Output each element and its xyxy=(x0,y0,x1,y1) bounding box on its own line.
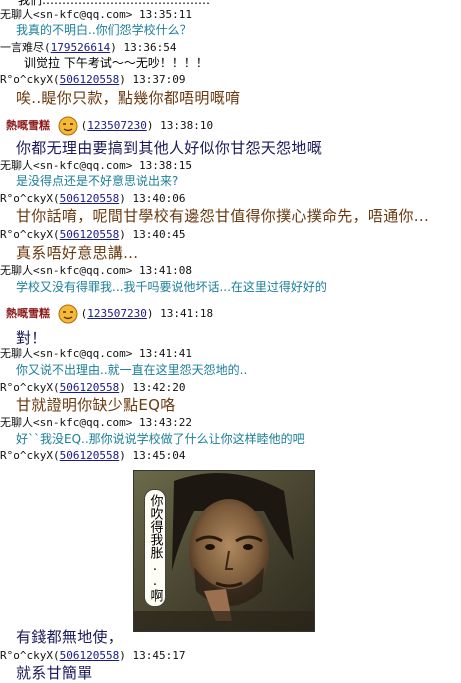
image-caption: 你吹得我胀..啊 xyxy=(147,494,163,602)
message-time: 13:45:04 xyxy=(132,449,186,462)
message-time: 13:45:17 xyxy=(132,649,186,662)
message-time: 13:38:15 xyxy=(138,159,192,172)
message-text: 甘你話唷，呢間甘學校有邊怨甘值得你撲心撲命先，唔通你... xyxy=(16,207,430,225)
message-header: 无聊人<sn-kfc@qq.com> 13:35:11 xyxy=(0,8,192,22)
sender-name: 熱嘅雪糕 xyxy=(6,119,50,132)
message-header: 熱嘅雪糕 (123507230) 13:41:18 xyxy=(6,304,213,324)
sender-name: R°o^ckyX xyxy=(0,649,53,662)
speech-bubble: 你吹得我胀..啊 xyxy=(144,489,166,607)
message-time: 13:40:45 xyxy=(132,228,186,241)
sender-name: 无聊人<sn-kfc@qq.com> xyxy=(0,264,133,277)
message-time: 13:36:54 xyxy=(123,41,177,54)
message-time: 13:41:41 xyxy=(138,347,192,360)
message-text: 就系甘簡單 xyxy=(16,664,93,682)
message-time: 13:43:22 xyxy=(138,416,192,429)
qq-number-link[interactable]: 506120558 xyxy=(60,73,120,86)
message-text: 對！ xyxy=(16,329,47,347)
smiley-face-icon xyxy=(57,304,79,324)
message-header: R°o^ckyX(506120558) 13:45:04 xyxy=(0,449,186,462)
smiley-face-icon xyxy=(57,116,79,136)
sender-name: 一言难尽 xyxy=(0,41,44,54)
sender-name: R°o^ckyX xyxy=(0,449,53,462)
message-header: R°o^ckyX(506120558) 13:42:20 xyxy=(0,381,186,394)
sender-name: R°o^ckyX xyxy=(0,73,53,86)
message-text: 唉..睼你只款，點幾你都唔明嘅唷 xyxy=(16,89,241,107)
qq-number-link[interactable]: 506120558 xyxy=(60,192,120,205)
message-time: 13:40:06 xyxy=(132,192,186,205)
qq-number-link[interactable]: 123507230 xyxy=(87,307,147,320)
message-text: 有錢都無地使， xyxy=(16,628,124,646)
sender-name: 无聊人<sn-kfc@qq.com> xyxy=(0,8,133,21)
qq-number-link[interactable]: 506120558 xyxy=(60,228,120,241)
message-header: R°o^ckyX(506120558) 13:40:45 xyxy=(0,228,186,241)
message-text: 我真的不明白..你们怨学校什么？ xyxy=(16,23,192,37)
message-header: R°o^ckyX(506120558) 13:45:17 xyxy=(0,649,186,662)
qq-number-link[interactable]: 506120558 xyxy=(60,449,120,462)
message-text: 是没得点还是不好意思说出来? xyxy=(16,174,179,188)
message-header: 一言难尽(179526614) 13:36:54 xyxy=(0,41,177,54)
qq-number-link[interactable]: 179526614 xyxy=(51,41,111,54)
qq-number-link[interactable]: 506120558 xyxy=(60,649,120,662)
message-header: R°o^ckyX(506120558) 13:40:06 xyxy=(0,192,186,205)
chat-transcript: 我们…………………………………… 无聊人<sn-kfc@qq.com> 13:3… xyxy=(0,0,461,683)
sender-name: 无聊人<sn-kfc@qq.com> xyxy=(0,416,133,429)
message-header: 无聊人<sn-kfc@qq.com> 13:38:15 xyxy=(0,159,192,173)
message-time: 13:42:20 xyxy=(132,381,186,394)
message-text: 你都无理由要搞到其他人好似你甘怨天怨地嘅 xyxy=(16,139,323,157)
meme-image[interactable]: 你吹得我胀..啊 xyxy=(133,470,315,632)
message-header: 熱嘅雪糕 (123507230) 13:38:10 xyxy=(6,116,213,136)
message-time: 13:41:08 xyxy=(138,264,192,277)
message-text: 真系唔好意思講... xyxy=(16,244,139,262)
message-time: 13:37:09 xyxy=(132,73,186,86)
message-text: 甘就證明你缺少點EQ咯 xyxy=(16,396,176,414)
sender-name: 熱嘅雪糕 xyxy=(6,307,50,320)
sender-name: R°o^ckyX xyxy=(0,192,53,205)
message-text: 学校又没有得罪我...我千吗要说他坏话...在这里过得好好的 xyxy=(16,280,327,294)
message-time: 13:38:10 xyxy=(160,119,214,132)
message-time: 13:35:11 xyxy=(138,8,192,21)
sender-name: 无聊人<sn-kfc@qq.com> xyxy=(0,347,133,360)
sender-name: R°o^ckyX xyxy=(0,228,53,241)
sender-name: R°o^ckyX xyxy=(0,381,53,394)
qq-number-link[interactable]: 506120558 xyxy=(60,381,120,394)
message-time: 13:41:18 xyxy=(160,307,214,320)
sender-name: 无聊人<sn-kfc@qq.com> xyxy=(0,159,133,172)
message-header: R°o^ckyX(506120558) 13:37:09 xyxy=(0,73,186,86)
message-text: 好``我没EQ..那你说说学校做了什么让你这样睦他的吧 xyxy=(16,432,305,446)
message-text: 我们…………………………………… xyxy=(18,0,211,7)
message-header: 无聊人<sn-kfc@qq.com> 13:43:22 xyxy=(0,416,192,430)
message-header: 无聊人<sn-kfc@qq.com> 13:41:08 xyxy=(0,264,192,278)
message-text: 你又说不出理由..就一直在这里怨天怨地的.. xyxy=(16,363,248,377)
qq-number-link[interactable]: 123507230 xyxy=(87,119,147,132)
message-text: 训觉拉 下午考试～～无吵！！！！ xyxy=(24,56,208,70)
message-header: 无聊人<sn-kfc@qq.com> 13:41:41 xyxy=(0,347,192,361)
